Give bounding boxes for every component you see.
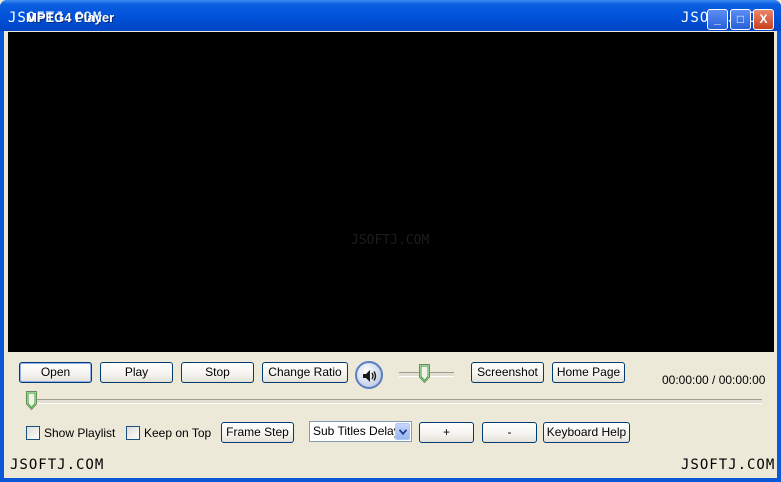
mute-button[interactable]: [355, 361, 383, 389]
seek-slider-thumb[interactable]: [26, 391, 37, 410]
keep-on-top-box[interactable]: [126, 425, 140, 440]
minimize-icon: _: [714, 12, 721, 26]
volume-slider-thumb[interactable]: [418, 364, 430, 383]
title-bar[interactable]: MPEG4 Player JSOFTJ.COM JSOFTJ.COM _ □ X: [0, 0, 781, 31]
seek-slider[interactable]: [26, 399, 762, 404]
keyboard-help-button[interactable]: Keyboard Help: [543, 422, 630, 443]
open-button[interactable]: Open: [19, 362, 92, 383]
time-display: 00:00:00 / 00:00:00: [662, 373, 766, 387]
close-button[interactable]: X: [753, 9, 774, 30]
stop-button[interactable]: Stop: [181, 362, 254, 383]
change-ratio-button[interactable]: Change Ratio: [262, 362, 348, 383]
maximize-icon: □: [736, 12, 745, 26]
play-button[interactable]: Play: [100, 362, 173, 383]
screenshot-button[interactable]: Screenshot: [471, 362, 544, 383]
show-playlist-label: Show Playlist: [44, 425, 116, 440]
subtitles-delay-value: Sub Titles Delay: [313, 424, 400, 438]
subtitle-delay-plus-button[interactable]: +: [419, 422, 474, 443]
watermark-bottom-right: JSOFTJ.COM: [681, 457, 776, 473]
show-playlist-checkbox[interactable]: Show Playlist: [26, 425, 115, 441]
dropdown-button[interactable]: [395, 423, 410, 440]
home-page-button[interactable]: Home Page: [552, 362, 625, 383]
minimize-button[interactable]: _: [707, 9, 728, 30]
speaker-icon: [363, 370, 377, 382]
keep-on-top-label: Keep on Top: [144, 425, 212, 440]
video-display[interactable]: JSOFTJ.COM: [8, 32, 774, 352]
watermark-bottom-left: JSOFTJ.COM: [10, 457, 105, 473]
subtitles-delay-select[interactable]: Sub Titles Delay: [309, 421, 412, 442]
frame-step-button[interactable]: Frame Step: [221, 422, 294, 443]
keep-on-top-checkbox[interactable]: Keep on Top: [126, 425, 211, 441]
app-window: MPEG4 Player JSOFTJ.COM JSOFTJ.COM _ □ X…: [0, 0, 781, 482]
close-icon: X: [759, 12, 768, 26]
show-playlist-box[interactable]: [26, 425, 40, 440]
subtitle-delay-minus-button[interactable]: -: [482, 422, 537, 443]
maximize-button[interactable]: □: [730, 9, 751, 30]
watermark-center: JSOFTJ.COM: [351, 233, 430, 248]
watermark-top-left: JSOFTJ.COM: [8, 10, 103, 26]
dropdown-arrow-icon: [399, 429, 407, 435]
client-area: JSOFTJ.COM Open Play Stop Change Ratio S…: [4, 31, 777, 478]
